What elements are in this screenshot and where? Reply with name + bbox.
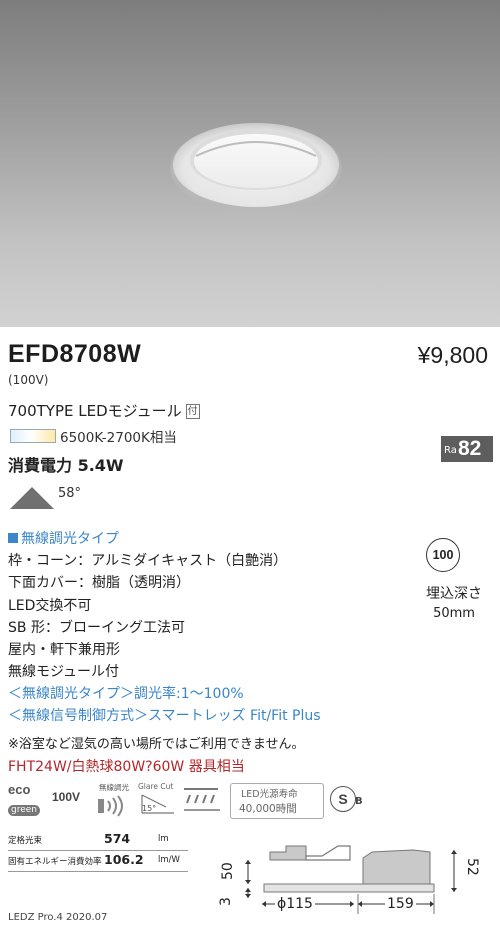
spec-line: 屋内・軒下兼用形	[8, 642, 120, 658]
rain-eave-icon	[184, 788, 220, 811]
embed-depth-value: 50mm	[433, 606, 475, 621]
glare-cut-icon: Glare Cut 15°	[138, 782, 178, 818]
color-temp-bar	[10, 429, 56, 443]
dimension-drawing	[245, 845, 457, 914]
square-bullet-icon	[8, 533, 18, 543]
eco-text: eco	[8, 782, 31, 797]
wireless-type-text: 無線調光タイプ	[21, 531, 119, 547]
price: ¥9,800	[417, 342, 488, 368]
wireless-icon-text: 無線調光	[99, 783, 129, 792]
table-cell-unit: lm/W	[158, 855, 180, 865]
type-badge: 付	[185, 404, 200, 419]
table-row: 定格光束 574 lm	[8, 830, 188, 851]
type-text: 700TYPE LEDモジュール	[8, 402, 182, 420]
table-cell-unit: lm	[158, 834, 169, 844]
glare-angle-text: 15°	[142, 804, 157, 813]
sb-subscript: B	[355, 796, 363, 807]
glare-cut-text: Glare Cut	[138, 782, 174, 791]
cutout-circle-badge: 100	[426, 538, 460, 572]
spec-line: 無線モジュール付	[8, 664, 120, 680]
led-life-hours: 40,000時間	[239, 803, 297, 815]
dimming-rate-line: ＜無線調光タイプ＞調光率:1～100%	[8, 686, 244, 702]
lamp-equivalent: FHT24W/白熱球80W?60W 器具相当	[8, 759, 245, 775]
footer-catalog: LEDZ Pro.4 2020.07	[8, 912, 108, 923]
product-photo	[0, 0, 500, 327]
wireless-type-label: 無線調光タイプ	[8, 528, 119, 548]
ra-label: Ra	[444, 445, 457, 456]
color-temp-label: 6500K-2700K相当	[60, 430, 177, 446]
dim-width: 159	[385, 896, 416, 912]
usage-note: ※浴室など湿気の高い場所ではご利用できません。	[8, 737, 305, 752]
spec-line: SB 形：ブローイング工法可	[8, 620, 185, 636]
spec-line: LED交換不可	[8, 598, 92, 614]
voltage-label: (100V)	[8, 373, 49, 387]
led-life-icon: LED光源寿命 40,000時間	[230, 783, 324, 819]
ra-value: 82	[458, 437, 482, 460]
wireless-dimming-icon: 無線調光	[94, 782, 134, 818]
signal-waves-icon	[98, 795, 123, 817]
dim-cutout: ϕ115	[275, 896, 315, 912]
beam-angle: 58°	[58, 486, 82, 501]
sb-mark-icon: S	[330, 786, 356, 812]
led-life-label: LED光源寿命	[241, 789, 298, 800]
beam-angle-icon	[10, 487, 54, 509]
eco-green-icon: eco green	[8, 782, 44, 820]
table-cell-value: 574	[104, 831, 131, 846]
table-cell-label: 定格光束	[8, 836, 43, 846]
model-number: EFD8708W	[8, 340, 142, 368]
spec-line: 枠・コーン：アルミダイキャスト（白艶消）	[8, 553, 288, 569]
dim-small-left: 3	[218, 897, 234, 906]
green-text: green	[8, 805, 40, 816]
spec-line: 下面カバー：樹脂（透明消）	[8, 575, 190, 591]
dim-height-right: 52	[464, 858, 480, 876]
table-row: 固有エネルギー消費効率 106.2 lm/W	[8, 851, 188, 872]
control-method-line: ＜無線信号制御方式＞スマートレッズ Fit/Fit Plus	[8, 708, 321, 724]
table-cell-label: 固有エネルギー消費効率	[8, 857, 102, 867]
ra-badge: Ra 82	[441, 436, 493, 462]
embed-depth-label: 埋込深さ	[426, 586, 482, 602]
table-cell-value: 106.2	[104, 852, 144, 867]
type-line: 700TYPE LEDモジュール付	[8, 400, 200, 421]
voltage-icon: 100V	[52, 790, 81, 804]
power-consumption: 消費電力 5.4W	[8, 456, 124, 475]
luminous-spec-table: 定格光束 574 lm 固有エネルギー消費効率 106.2 lm/W	[8, 830, 188, 872]
dim-height-left: 50	[220, 862, 236, 880]
